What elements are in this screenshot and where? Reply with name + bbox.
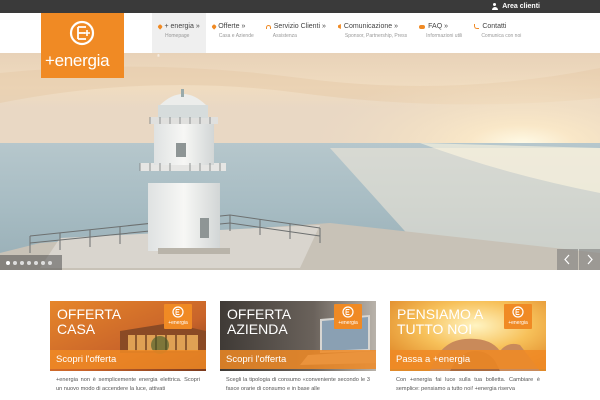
chevron-right-icon	[587, 254, 593, 265]
megaphone-icon	[337, 24, 341, 29]
card-description: +energia non è semplicemente energia ele…	[56, 377, 200, 392]
nav-sublabel: Homepage	[165, 33, 190, 39]
card-banner[interactable]: OFFERTA CASA +energia Scopri l'offerta	[50, 301, 206, 371]
logo-wordmark: +energia	[45, 51, 110, 70]
top-bar: Area clienti	[0, 0, 600, 13]
card-banner[interactable]: PENSIAMO A TUTTO NOI +energia Passa a +e…	[390, 301, 546, 371]
logo[interactable]: +energia ®	[41, 13, 160, 78]
chat-icon	[419, 24, 426, 29]
hero-slider	[0, 53, 600, 270]
card-badge-text: +energia	[508, 320, 528, 326]
user-icon	[491, 2, 498, 11]
nav-sublabel: Casa e Aziende	[218, 33, 254, 39]
logo-registered-mark: ®	[157, 53, 160, 58]
card-logo-badge: +energia	[164, 304, 192, 329]
nav-label: Comunicazione »	[343, 23, 398, 30]
logo-symbol-icon	[172, 306, 184, 318]
nav-item-offerte[interactable]: Offerte » Casa e Aziende	[206, 13, 260, 53]
offer-card-azienda: OFFERTA AZIENDA +energia Scopri l'offert…	[220, 301, 376, 394]
nav-label: FAQ »	[428, 23, 449, 30]
slider-dot[interactable]	[13, 260, 17, 265]
card-title-line: OFFERTA	[57, 306, 122, 322]
card-title: PENSIAMO A TUTTO NOI	[397, 307, 483, 337]
area-clienti-label: Area clienti	[502, 3, 540, 10]
card-description: Con +energia fai luce sulla tua bolletta…	[396, 377, 540, 392]
slider-dot[interactable]	[41, 260, 45, 265]
slider-dot[interactable]	[6, 260, 10, 265]
slider-prev-button[interactable]	[557, 249, 578, 270]
slider-dot[interactable]	[48, 260, 52, 265]
slider-dot[interactable]	[20, 260, 24, 265]
nav-sublabel: Sponsor, Partnership, Press	[344, 33, 408, 39]
nav-item-servizio-clienti[interactable]: Servizio Clienti » Assistenza	[260, 13, 332, 53]
card-badge-text: +energia	[168, 320, 188, 326]
header: +energia ® + energia » Homepage Offerte …	[0, 13, 600, 78]
hero-lighthouse-image	[0, 53, 600, 270]
headset-icon	[265, 24, 271, 29]
nav-item-faq[interactable]: FAQ » Informazioni utili	[413, 13, 468, 53]
slider-dots	[0, 255, 62, 270]
offer-card-pensiamo: PENSIAMO A TUTTO NOI +energia Passa a +e…	[390, 301, 546, 394]
slider-next-button[interactable]	[579, 249, 600, 270]
card-title: OFFERTA AZIENDA	[227, 307, 291, 337]
pin-icon	[157, 24, 163, 29]
card-cta-button[interactable]: Scopri l'offerta	[50, 350, 206, 369]
card-badge-text: +energia	[338, 320, 358, 326]
main-nav: + energia » Homepage Offerte » Casa e Az…	[152, 13, 527, 53]
card-title-line: OFFERTA	[227, 306, 292, 322]
card-banner[interactable]: OFFERTA AZIENDA +energia Scopri l'offert…	[220, 301, 376, 371]
slider-dot[interactable]	[27, 260, 31, 265]
card-description: Scegli la tipologia di consumo «convenie…	[226, 377, 370, 392]
nav-label: Offerte »	[218, 23, 246, 30]
card-cta-button[interactable]: Scopri l'offerta	[220, 350, 376, 369]
area-clienti-link[interactable]: Area clienti	[491, 1, 540, 12]
pin-icon	[211, 24, 216, 29]
slider-dot[interactable]	[34, 260, 38, 265]
card-title: OFFERTA CASA	[57, 307, 121, 337]
nav-item-energia[interactable]: + energia » Homepage	[152, 13, 206, 53]
card-cta-button[interactable]: Passa a +energia	[390, 350, 546, 369]
card-title-line: CASA	[57, 321, 96, 337]
nav-label: Servizio Clienti »	[273, 23, 326, 30]
offer-card-casa: OFFERTA CASA +energia Scopri l'offerta +…	[50, 301, 206, 394]
card-title-line: AZIENDA	[227, 321, 288, 337]
nav-item-contatti[interactable]: Contatti Comunica con noi	[468, 13, 527, 53]
nav-sublabel: Comunica con noi	[481, 33, 522, 39]
phone-icon	[474, 24, 480, 29]
nav-sublabel: Assistenza	[272, 33, 297, 39]
card-title-line: PENSIAMO A	[397, 306, 484, 322]
nav-item-comunicazione[interactable]: Comunicazione » Sponsor, Partnership, Pr…	[332, 13, 413, 53]
logo-symbol-icon	[342, 306, 354, 318]
logo-symbol-icon	[512, 306, 524, 318]
nav-label: + energia »	[164, 23, 200, 30]
chevron-left-icon	[564, 254, 570, 265]
card-logo-badge: +energia	[504, 304, 532, 329]
card-title-line: TUTTO NOI	[397, 321, 473, 337]
nav-sublabel: Informazioni utili	[426, 33, 463, 39]
nav-label: Contatti	[482, 23, 507, 30]
card-logo-badge: +energia	[334, 304, 362, 329]
